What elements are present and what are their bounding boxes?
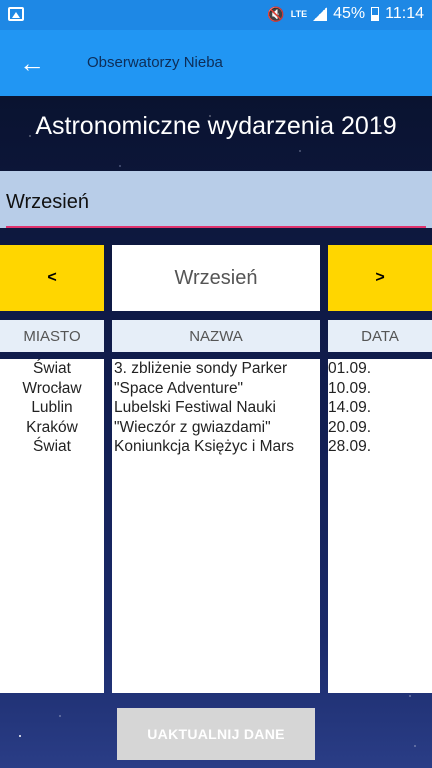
event-name-cell: Lubelski Festiwal Nauki	[114, 399, 276, 416]
page-title: Astronomiczne wydarzenia 2019	[35, 112, 397, 140]
column-header-city: MIASTO	[0, 320, 104, 352]
clock: 11:14	[385, 5, 424, 22]
battery-percentage: 45%	[333, 5, 366, 22]
lte-indicator: LTE	[290, 8, 308, 19]
date-cell: 01.09.	[328, 360, 372, 377]
date-cell: 28.09.	[328, 438, 372, 455]
city-column: Świat Wrocław Lublin Kraków Świat	[0, 359, 104, 693]
city-cell: Wrocław	[22, 379, 82, 397]
image-icon	[8, 7, 24, 21]
month-input[interactable]: Wrzesień	[0, 171, 432, 228]
battery-icon	[371, 7, 380, 21]
event-name-cell: "Wieczór z gwiazdami"	[114, 418, 271, 436]
update-data-button[interactable]: UAKTUALNIJ DANE	[117, 708, 315, 760]
event-name-cell: Koniunkcja Księżyc i Mars	[114, 438, 295, 455]
city-cell: Kraków	[26, 418, 78, 436]
app-title: Obserwatorzy Nieba	[87, 54, 223, 71]
date-cell: 10.09.	[328, 379, 372, 397]
previous-month-button[interactable]: <	[0, 245, 104, 311]
date-cell: 20.09.	[328, 418, 372, 436]
event-name-column: 3. zbliżenie sondy Parker "Space Adventu…	[112, 359, 320, 693]
event-name-cell: 3. zbliżenie sondy Parker	[114, 360, 288, 377]
city-cell: Świat	[33, 438, 71, 455]
column-header-date: DATA	[328, 320, 432, 352]
mute-icon: 🔇	[267, 5, 285, 22]
date-column: 01.09. 10.09. 14.09. 20.09. 28.09.	[328, 359, 432, 693]
current-month-label: Wrzesień	[112, 245, 320, 311]
back-arrow-icon[interactable]: ←	[14, 46, 50, 80]
month-input-value: Wrzesień	[6, 191, 89, 213]
event-name-cell: "Space Adventure"	[114, 379, 244, 397]
app-bar: ← Obserwatorzy Nieba	[0, 30, 432, 96]
status-bar: 🔇 LTE 45% 11:14	[0, 0, 432, 30]
date-cell: 14.09.	[328, 399, 372, 416]
input-underline	[6, 226, 426, 228]
signal-icon	[313, 7, 328, 21]
city-cell: Świat	[33, 360, 71, 377]
next-month-button[interactable]: >	[328, 245, 432, 311]
column-header-name: NAZWA	[112, 320, 320, 352]
city-cell: Lublin	[31, 399, 73, 416]
